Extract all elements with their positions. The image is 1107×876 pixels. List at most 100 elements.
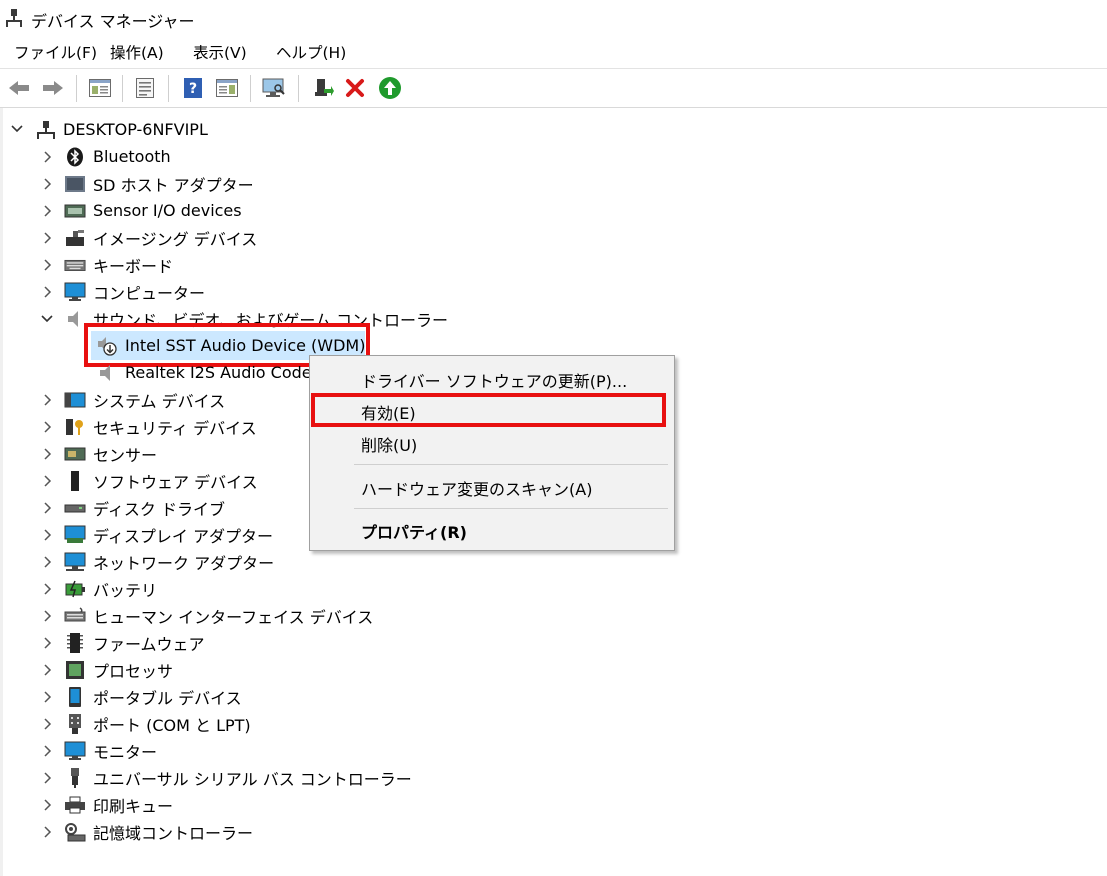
tree-item-realtek-i2s[interactable]: Realtek I2S Audio Codec [96,359,320,386]
annotation-box-enable [311,393,666,427]
tree-item-label: システム デバイス [93,391,226,411]
tree-item-monitors[interactable]: モニター [64,737,157,764]
portable-device-icon [64,686,86,707]
tree-item-label: バッテリ [93,580,158,600]
toolbar-separator [76,75,77,102]
uninstall-icon[interactable] [342,76,368,100]
chevron-right-icon[interactable] [40,582,54,596]
tree-item-system-devices[interactable]: システム デバイス [64,386,225,413]
chevron-right-icon[interactable] [40,231,54,245]
tree-item-bluetooth[interactable]: Bluetooth [64,143,171,170]
chevron-right-icon[interactable] [40,690,54,704]
ctx-separator [354,464,668,465]
usb-icon [64,767,86,788]
tree-item-label: プロセッサ [93,661,174,681]
menu-file[interactable]: ファイル(F) [12,41,99,63]
tree-item-storage-controllers[interactable]: 記憶域コントローラー [64,818,253,845]
camera-icon [64,228,86,248]
window-title: デバイス マネージャー [31,12,195,31]
tree-item-disk-drives[interactable]: ディスク ドライブ [64,494,225,521]
tree-item-label: ヒューマン インターフェイス デバイス [93,607,374,627]
chevron-down-icon[interactable] [10,122,24,136]
properties-icon[interactable] [132,76,158,100]
chevron-right-icon[interactable] [40,771,54,785]
chevron-right-icon[interactable] [40,447,54,461]
chevron-right-icon[interactable] [40,717,54,731]
chevron-right-icon[interactable] [40,528,54,542]
chevron-right-icon[interactable] [40,555,54,569]
menu-action[interactable]: 操作(A) [108,41,166,63]
show-hide-console-tree-icon[interactable] [87,76,113,100]
svg-text:?: ? [189,81,197,97]
chevron-right-icon[interactable] [40,663,54,677]
tree-item-print-queues[interactable]: 印刷キュー [64,791,173,818]
processor-icon [64,660,86,680]
tree-item-display-adapters[interactable]: ディスプレイ アダプター [64,521,273,548]
tree-item-computer[interactable]: コンピューター [64,278,205,305]
tree-item-label: Bluetooth [93,147,171,166]
chevron-right-icon[interactable] [40,285,54,299]
port-icon [64,713,86,734]
tree-item-usb-controllers[interactable]: ユニバーサル シリアル バス コントローラー [64,764,412,791]
context-menu: ドライバー ソフトウェアの更新(P)... 有効(E) 削除(U) ハードウェア… [309,355,675,551]
chevron-right-icon[interactable] [40,744,54,758]
tree-item-software-devices[interactable]: ソフトウェア デバイス [64,467,258,494]
chevron-right-icon[interactable] [40,420,54,434]
scan-hardware-icon[interactable] [260,76,286,100]
toolbar-separator [250,75,251,102]
tree-item-firmware[interactable]: ファームウェア [64,629,205,656]
printer-icon [64,795,86,815]
sd-host-icon [64,174,86,194]
tree-root-label: DESKTOP-6NFVIPL [63,120,208,139]
tree-item-label: ネットワーク アダプター [93,553,275,573]
tree-item-ports[interactable]: ポート (COM と LPT) [64,710,251,737]
tree-item-battery[interactable]: バッテリ [64,575,157,602]
tree-item-security-devices[interactable]: セキュリティ デバイス [64,413,257,440]
menu-help[interactable]: ヘルプ(H) [274,41,348,63]
tree-item-network-adapters[interactable]: ネットワーク アダプター [64,548,274,575]
ctx-separator [354,508,668,509]
chevron-right-icon[interactable] [40,798,54,812]
chevron-right-icon[interactable] [40,393,54,407]
tree-root[interactable]: DESKTOP-6NFVIPL [36,116,208,143]
tree-item-imaging[interactable]: イメージング デバイス [64,224,257,251]
tree-item-hid[interactable]: ヒューマン インターフェイス デバイス [64,602,373,629]
tree-item-sensors[interactable]: センサー [64,440,157,467]
tree-item-label: ポータブル デバイス [93,688,242,708]
tree-item-processor[interactable]: プロセッサ [64,656,173,683]
tree-item-label: センサー [93,445,158,465]
computer-tree-icon [36,120,56,140]
chevron-right-icon[interactable] [40,501,54,515]
action-pane-icon[interactable] [214,76,240,100]
chevron-right-icon[interactable] [40,177,54,191]
back-icon[interactable] [6,76,32,100]
chevron-down-icon[interactable] [40,312,54,326]
enable-device-icon[interactable] [377,76,403,100]
bluetooth-icon [64,147,86,167]
chevron-right-icon[interactable] [40,258,54,272]
help-icon[interactable]: ? [180,76,206,100]
tree-item-label: モニター [93,742,158,762]
tree-item-sd-host[interactable]: SD ホスト アダプター [64,170,254,197]
chevron-right-icon[interactable] [40,825,54,839]
toolbar-separator [122,75,123,102]
update-driver-icon[interactable] [310,76,336,100]
chevron-right-icon[interactable] [40,636,54,650]
chevron-right-icon[interactable] [40,609,54,623]
ctx-scan-hardware[interactable]: ハードウェア変更のスキャン(A) [361,476,592,500]
system-device-icon [64,390,86,410]
forward-icon[interactable] [40,76,66,100]
tree-item-keyboard[interactable]: キーボード [64,251,173,278]
tree-item-sensor-io[interactable]: Sensor I/O devices [64,197,242,224]
tree-item-portable-devices[interactable]: ポータブル デバイス [64,683,242,710]
chevron-right-icon[interactable] [40,474,54,488]
sensor-icon [64,444,86,464]
chevron-right-icon[interactable] [40,204,54,218]
ctx-properties[interactable]: プロパティ(R) [361,519,467,543]
ctx-update-driver[interactable]: ドライバー ソフトウェアの更新(P)... [361,368,627,392]
chevron-right-icon[interactable] [40,150,54,164]
menu-view[interactable]: 表示(V) [191,41,249,63]
toolbar-separator [168,75,169,102]
tree-item-label: 印刷キュー [93,796,174,816]
ctx-uninstall[interactable]: 削除(U) [361,432,417,456]
